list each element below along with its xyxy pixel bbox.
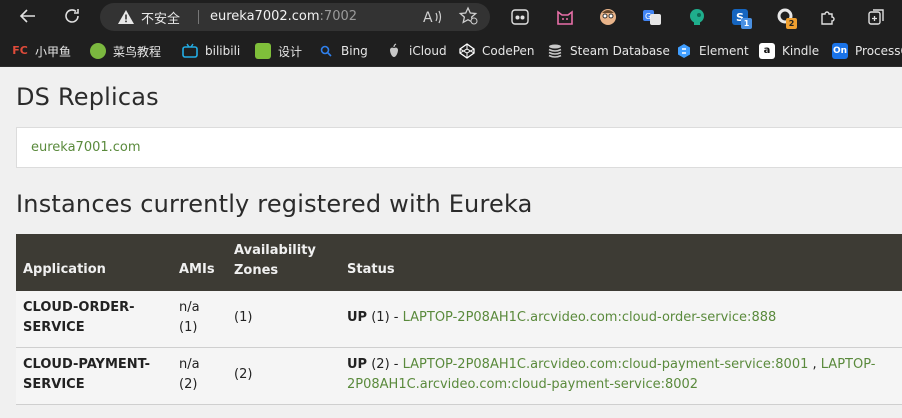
- bookmark-label: CodePen: [482, 44, 535, 58]
- status-count: (1) -: [367, 310, 403, 325]
- element-icon: [676, 43, 692, 59]
- bookmarks-bar: FC 小甲鱼 菜鸟教程 bilibili 设计 Bing iCloud Code…: [0, 35, 902, 67]
- database-icon: [547, 43, 563, 59]
- svg-text:A: A: [423, 10, 433, 26]
- extension-translate-icon[interactable]: G: [642, 7, 662, 27]
- replica-link[interactable]: eureka7001.com: [31, 140, 141, 155]
- bookmark-label: iCloud: [409, 44, 447, 58]
- bookmark-design[interactable]: 设计: [255, 42, 302, 60]
- favorite-star-icon[interactable]: [458, 6, 478, 30]
- bookmark-label: Element: [699, 44, 749, 58]
- status-state: UP: [347, 357, 368, 372]
- apple-icon: [386, 43, 402, 59]
- address-divider: [198, 10, 199, 24]
- amis-value: n/a: [179, 357, 200, 372]
- bookmark-bing[interactable]: Bing: [318, 42, 368, 60]
- extension-badge-1: 1: [741, 18, 752, 29]
- page-content: DS Replicas eureka7001.com Instances cur…: [0, 68, 902, 418]
- application-name: CLOUD-ORDER-SERVICE: [23, 300, 135, 335]
- processon-icon: On: [832, 43, 848, 59]
- ds-replicas-heading: DS Replicas: [16, 83, 159, 111]
- amis-count: (1): [179, 320, 198, 335]
- bookmark-label: Bing: [341, 44, 368, 58]
- table-header: Application AMIs Availability Zones Stat…: [16, 234, 902, 291]
- col-availability-zones: Availability Zones: [234, 243, 316, 278]
- instance-link[interactable]: LAPTOP-2P08AH1C.arcvideo.com:cloud-order…: [403, 310, 777, 325]
- status-cell: UP (2) - LAPTOP-2P08AH1C.arcvideo.com:cl…: [347, 355, 902, 395]
- application-name: CLOUD-PAYMENT-SERVICE: [23, 357, 151, 392]
- link-separator: ,: [808, 357, 821, 372]
- url-port: :7002: [319, 9, 358, 24]
- col-status: Status: [347, 262, 395, 277]
- status-cell: UP (1) - LAPTOP-2P08AH1C.arcvideo.com:cl…: [347, 308, 902, 328]
- instances-heading: Instances currently registered with Eure…: [16, 190, 533, 218]
- bookmark-kindle[interactable]: a Kindle: [759, 42, 819, 60]
- url-host: eureka7002.com: [210, 9, 320, 24]
- bookmark-bilibili[interactable]: bilibili: [182, 42, 240, 60]
- address-bar[interactable]: 不安全 eureka7002.com:7002 A: [100, 3, 490, 31]
- bookmark-xiaojiayu[interactable]: FC 小甲鱼: [12, 42, 71, 60]
- bookmark-label: ProcessOn: [855, 44, 902, 58]
- ds-replicas-list: eureka7001.com: [16, 127, 902, 168]
- runoob-icon: [90, 43, 106, 59]
- amis-value: n/a: [179, 300, 200, 315]
- extension-badge-2: 2: [786, 18, 797, 29]
- extensions-puzzle-icon[interactable]: [818, 7, 838, 27]
- bookmark-label: Steam Database: [570, 44, 670, 58]
- bookmark-label: 设计: [278, 44, 303, 59]
- svg-text:G: G: [645, 12, 651, 21]
- collections-icon[interactable]: [866, 7, 886, 27]
- extension-glasses-icon[interactable]: [510, 7, 530, 27]
- extension-cat-icon[interactable]: [555, 7, 575, 27]
- zones-cell: (1): [234, 310, 253, 325]
- amazon-icon: a: [759, 43, 775, 59]
- fc-logo-icon: FC: [12, 44, 28, 57]
- amis-cell: n/a (1): [179, 298, 219, 338]
- bookmark-label: 小甲鱼: [35, 44, 72, 59]
- status-state: UP: [347, 310, 368, 325]
- amis-cell: n/a (2): [179, 355, 219, 395]
- col-application: Application: [23, 262, 106, 277]
- extension-search-icon[interactable]: 2: [776, 7, 797, 29]
- search-icon: [318, 43, 334, 59]
- browser-toolbar: 不安全 eureka7002.com:7002 A G S 1 2: [0, 0, 902, 35]
- read-aloud-icon[interactable]: A: [423, 8, 443, 30]
- extension-green-head-icon[interactable]: [687, 7, 707, 27]
- bookmark-label: Kindle: [782, 44, 820, 58]
- bookmark-label: 菜鸟教程: [113, 44, 162, 59]
- insecure-label[interactable]: 不安全: [141, 8, 180, 27]
- bookmark-runoob[interactable]: 菜鸟教程: [90, 42, 161, 60]
- amis-count: (2): [179, 377, 198, 392]
- bookmark-label: bilibili: [205, 44, 241, 58]
- extension-s-icon[interactable]: S 1: [731, 7, 752, 29]
- warning-icon[interactable]: [117, 8, 135, 26]
- instances-table: Application AMIs Availability Zones Stat…: [16, 234, 902, 405]
- url-text[interactable]: eureka7002.com:7002: [210, 9, 357, 24]
- refresh-icon[interactable]: [60, 6, 84, 30]
- back-arrow-icon[interactable]: [16, 6, 40, 30]
- table-row: CLOUD-ORDER-SERVICE n/a (1) (1) UP (1) -…: [16, 291, 902, 348]
- bookmark-codepen[interactable]: CodePen: [459, 42, 535, 60]
- bilibili-icon: [182, 43, 198, 59]
- codepen-icon: [459, 43, 475, 59]
- design-icon: [255, 43, 271, 59]
- col-amis: AMIs: [179, 262, 215, 277]
- bookmark-icloud[interactable]: iCloud: [386, 42, 447, 60]
- bookmark-steam-database[interactable]: Steam Database: [547, 42, 670, 60]
- table-row: CLOUD-PAYMENT-SERVICE n/a (2) (2) UP (2)…: [16, 348, 902, 405]
- extension-avatar-icon[interactable]: [598, 7, 618, 27]
- instance-link[interactable]: LAPTOP-2P08AH1C.arcvideo.com:cloud-payme…: [403, 357, 809, 372]
- bookmark-processon[interactable]: On ProcessOn: [832, 42, 902, 60]
- status-count: (2) -: [367, 357, 403, 372]
- bookmark-element[interactable]: Element: [676, 42, 749, 60]
- zones-cell: (2): [234, 367, 253, 382]
